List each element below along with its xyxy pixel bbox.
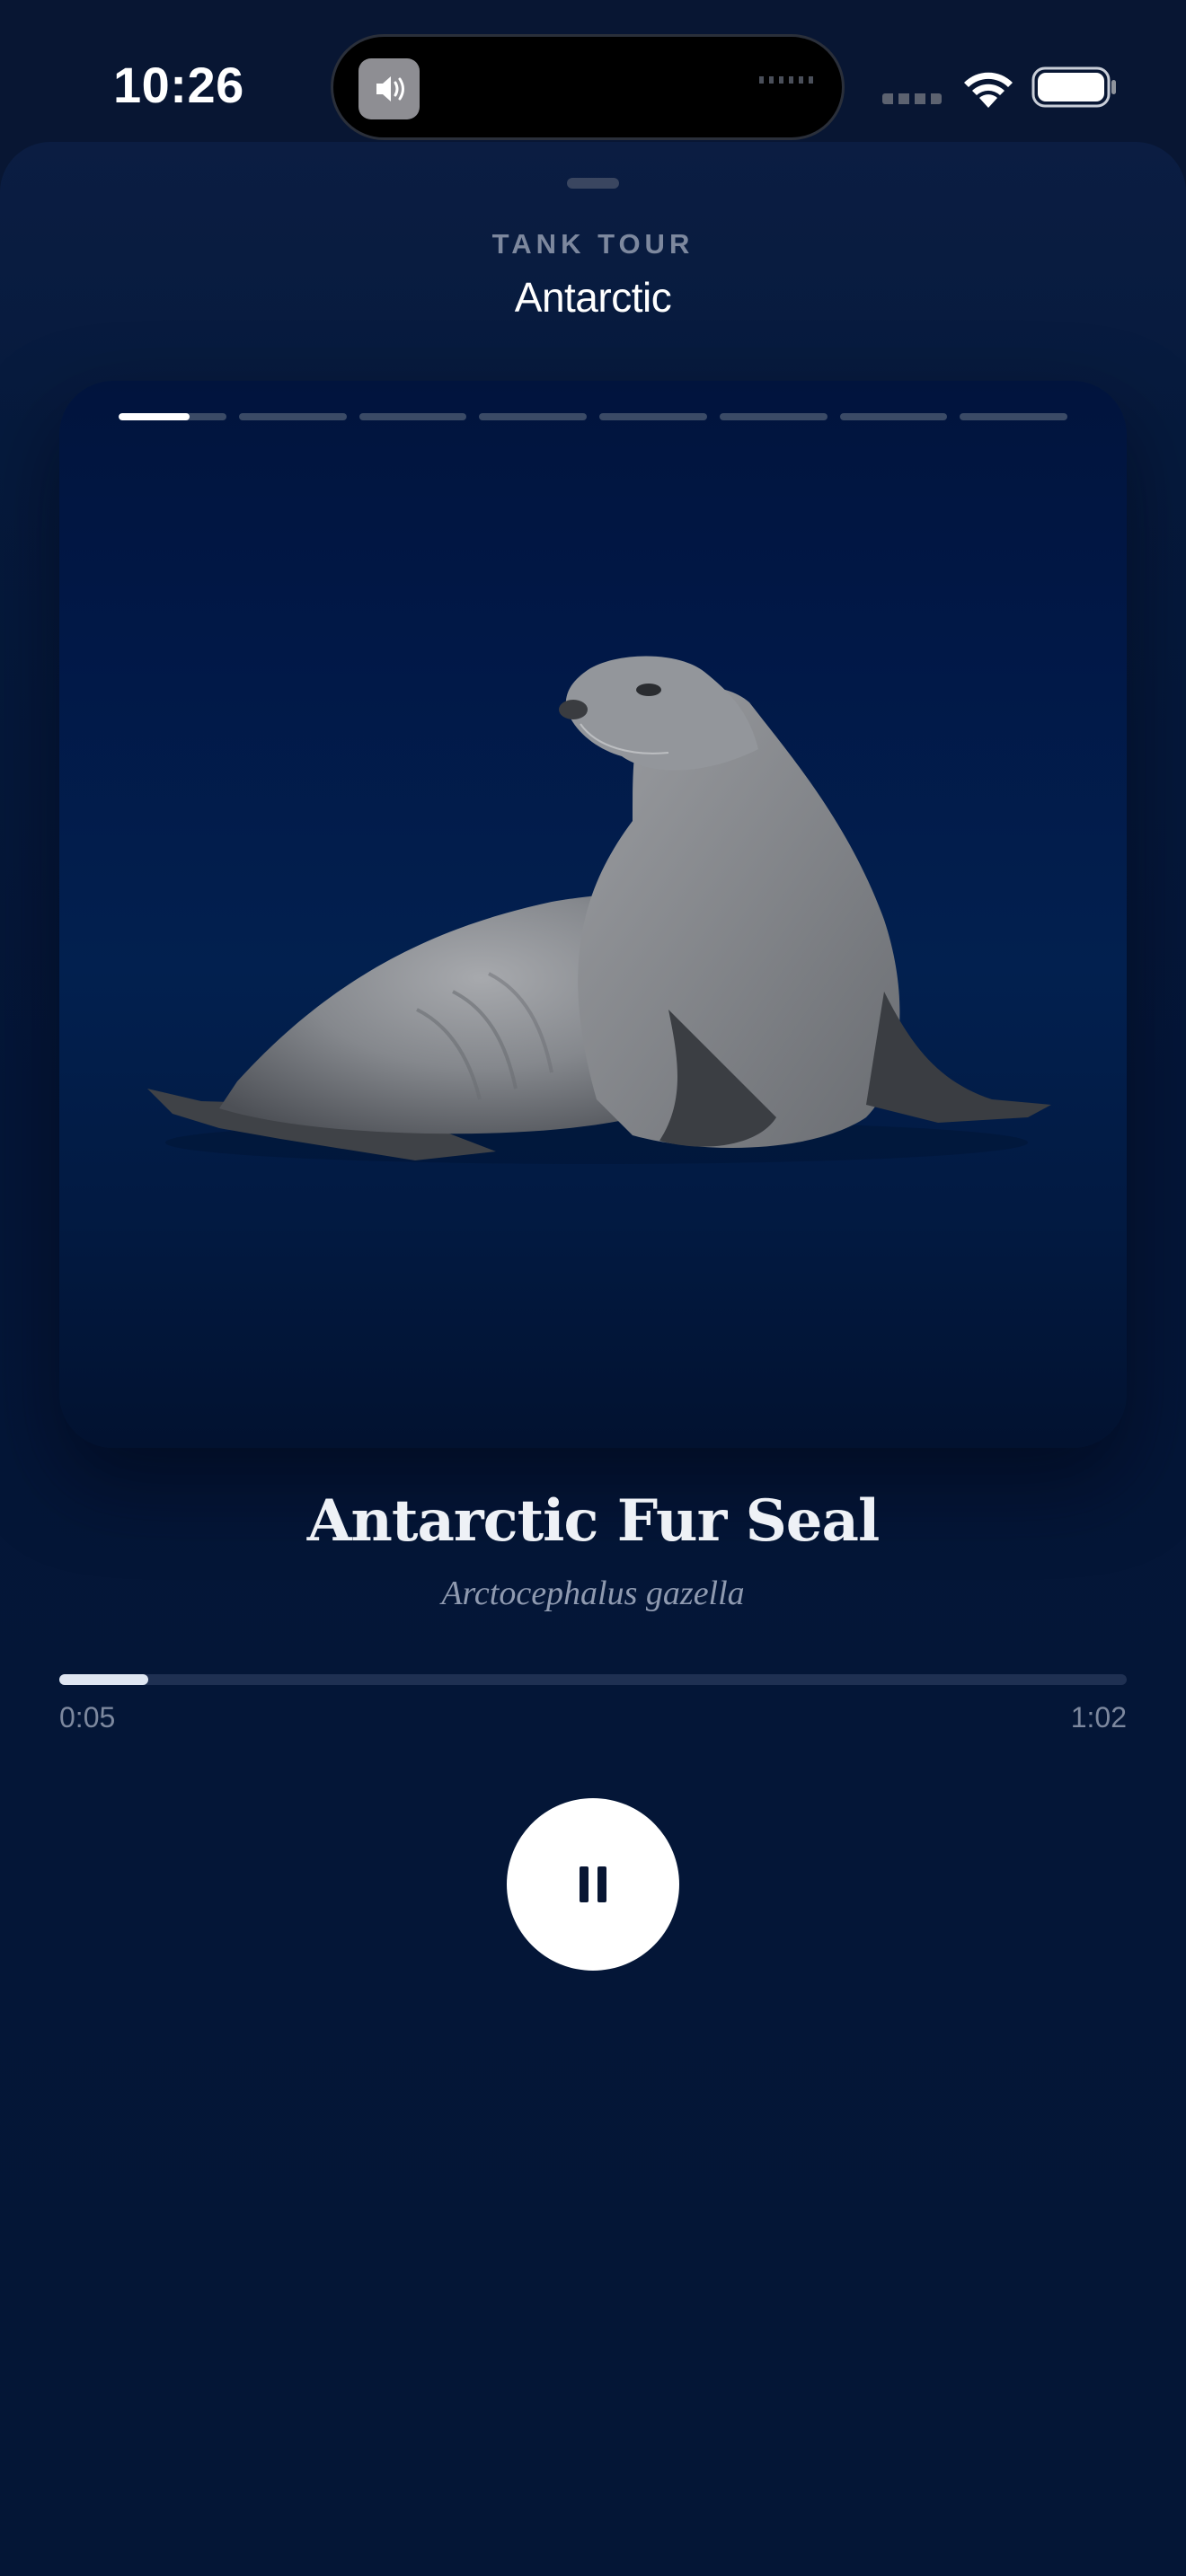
cellular-signal-icon bbox=[882, 93, 942, 104]
wifi-icon bbox=[964, 72, 1013, 108]
story-segment bbox=[960, 413, 1067, 420]
playback-scrubber[interactable] bbox=[59, 1674, 1127, 1685]
story-segment bbox=[839, 413, 948, 420]
story-segment bbox=[479, 413, 587, 420]
story-segment bbox=[358, 413, 467, 420]
story-segment bbox=[599, 413, 707, 420]
status-bar: 10:26 bbox=[0, 0, 1186, 153]
speaker-icon bbox=[358, 58, 420, 119]
story-segment bbox=[719, 413, 828, 420]
fur-seal-photo bbox=[147, 656, 1051, 1164]
time-elapsed: 0:05 bbox=[59, 1701, 116, 1734]
sheet-grabber[interactable] bbox=[567, 178, 619, 189]
time-total: 1:02 bbox=[1070, 1701, 1127, 1734]
story-segment bbox=[119, 413, 226, 420]
story-segment-fill bbox=[119, 413, 190, 420]
story-segment bbox=[238, 413, 347, 420]
page-title: Antarctic bbox=[514, 274, 672, 321]
species-common-name: Antarctic Fur Seal bbox=[306, 1487, 881, 1555]
dynamic-island bbox=[331, 34, 845, 140]
pause-icon bbox=[580, 1866, 606, 1902]
battery-icon bbox=[1031, 66, 1116, 108]
pause-button[interactable] bbox=[507, 1798, 679, 1971]
playback-progress-fill bbox=[59, 1674, 148, 1685]
story-progress bbox=[119, 413, 1067, 420]
story-card[interactable] bbox=[59, 381, 1127, 1448]
island-indicator bbox=[759, 76, 815, 84]
tour-eyebrow: TANK TOUR bbox=[491, 228, 695, 260]
species-scientific-name: Arctocephalus gazella bbox=[441, 1575, 745, 1612]
status-time: 10:26 bbox=[113, 57, 244, 113]
